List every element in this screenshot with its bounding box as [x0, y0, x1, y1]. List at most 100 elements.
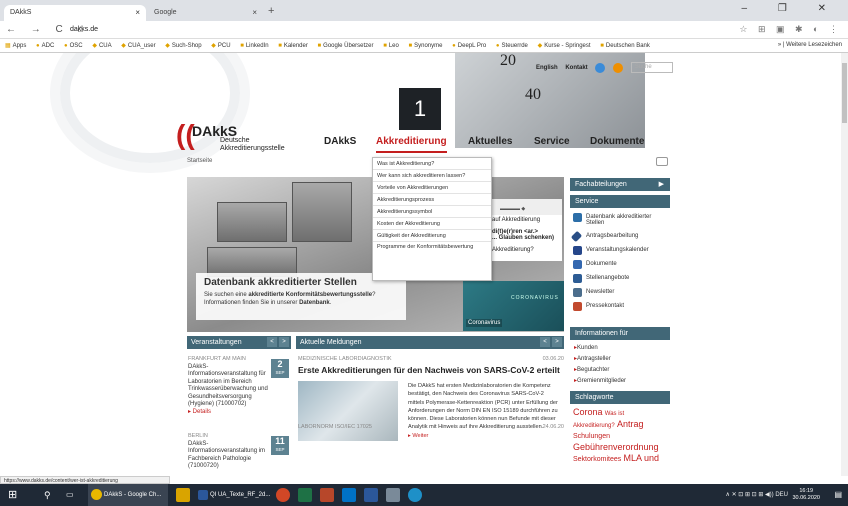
bookmark[interactable]: ■ Deutschen Bank [595, 40, 653, 49]
bookmark[interactable]: ● OSC [59, 40, 86, 49]
service-item[interactable]: Antragsbearbeitung [570, 230, 670, 244]
rss-icon[interactable] [613, 62, 624, 73]
windows-start-icon[interactable]: ⊞ [8, 484, 17, 506]
slide-side-text: di(t)e(r)ren <ar.> [492, 229, 539, 235]
english-link[interactable]: English [536, 65, 558, 71]
bookmark[interactable]: ■ Synonyme [404, 40, 446, 49]
taskbar-app-word[interactable]: QI UA_Texte_RF_2d... [196, 484, 270, 506]
info-link[interactable]: Antragsteller [570, 353, 670, 364]
events-prev-button[interactable]: < [267, 337, 277, 347]
bookmark[interactable]: ◆ CUA [87, 39, 114, 49]
taskbar-app-chrome[interactable]: DAkkS - Google Ch... [88, 484, 168, 506]
next-news-meta: LABORNORM ISO/IEC 17025 24.06.20 [298, 424, 564, 430]
page-scrollbar[interactable] [841, 53, 848, 476]
fachabteilungen-button[interactable]: Fachabteilungen ▶ [570, 178, 670, 191]
bookmark[interactable]: ▦ Apps [0, 39, 29, 49]
dakks-logo[interactable]: (( DAkkS Deutsche Akkreditierungsstelle [176, 121, 306, 153]
contact-link[interactable]: Kontakt [565, 65, 587, 71]
coronavirus-teaser[interactable]: CORONAVIRUS Coronavirus [463, 281, 564, 331]
system-tray[interactable]: ∧ ✕ ⊡ ⊞ ⊡ ⊞ ◀)) DEU [726, 484, 788, 506]
bookmark[interactable]: ◆ Kurse - Springest [533, 39, 594, 49]
tag-link[interactable]: Antrag [617, 419, 644, 429]
tab-close-icon[interactable]: × [135, 8, 140, 17]
nav-aktuelles[interactable]: Aktuelles [468, 136, 512, 147]
tab-google[interactable]: Google × [148, 5, 263, 21]
tag-link[interactable]: Gebührenverordnung [573, 442, 659, 452]
tag-link[interactable]: MLA und [623, 453, 659, 463]
search-icon[interactable]: ⚲ [44, 484, 51, 506]
more-bookmarks[interactable]: » | Weitere Lesezeichen [778, 42, 842, 48]
bookmark[interactable]: ■ Leo [378, 40, 402, 49]
service-item[interactable]: Pressekontakt [570, 300, 670, 314]
bookmark[interactable]: ◆ Such-Shop [160, 39, 204, 49]
info-link[interactable]: Gremienmitglieder [570, 375, 670, 386]
events-next-button[interactable]: > [279, 337, 289, 347]
nav-akkreditierung[interactable]: Akkreditierung [376, 136, 447, 153]
bookmark[interactable]: ● ADC [31, 40, 57, 49]
news-title[interactable]: Erste Akkreditierungen für den Nachweis … [298, 365, 564, 375]
service-item[interactable]: Veranstaltungskalender [570, 244, 670, 258]
service-item[interactable]: Datenbank akkreditierter Stellen [570, 211, 670, 230]
tag-link[interactable]: Schulungen [573, 433, 610, 440]
dropdown-item[interactable]: Akkreditierungsprozess [373, 194, 491, 206]
bookmark[interactable]: ◆ PCU [206, 39, 233, 49]
app-icon[interactable] [386, 488, 400, 502]
dropdown-item[interactable]: Programme der Konformitätsbewertung [373, 242, 491, 262]
slide-side-panel: ▬▬▬▬ ◆ auf Akkreditierung di(t)e(r)ren <… [492, 199, 562, 261]
tab-dakks[interactable]: DAkkS × [4, 5, 146, 21]
notification-icon[interactable]: ▤ [834, 484, 842, 506]
dropdown-item[interactable]: Wer kann sich akkreditieren lassen? [373, 170, 491, 182]
info-link[interactable]: Kunden [570, 342, 670, 353]
bookmark[interactable]: ● Steuerrde [491, 40, 531, 49]
event-date-badge: 11 SEP [271, 436, 289, 455]
service-item[interactable]: Dokumente [570, 258, 670, 272]
dropdown-item[interactable]: Akkreditierungssymbol [373, 206, 491, 218]
edge-icon[interactable] [408, 488, 422, 502]
database-link[interactable]: Datenbank [299, 300, 330, 306]
event-item[interactable]: BERLIN 11 SEP DAkkS-Informationsveranstal… [188, 433, 291, 471]
outlook-icon[interactable] [342, 488, 356, 502]
bookmark[interactable]: ■ LinkedIn [235, 40, 271, 49]
tag-link[interactable]: Sektorkomitees [573, 456, 621, 463]
event-item[interactable]: FRANKFURT AM MAIN 2 SEP DAkkS-Information… [188, 356, 291, 429]
scrollbar-thumb[interactable] [842, 63, 847, 123]
search-input[interactable]: Suche [630, 62, 673, 73]
news-prev-button[interactable]: < [540, 337, 550, 347]
app-icon[interactable] [276, 488, 290, 502]
service-item[interactable]: Newsletter [570, 286, 670, 300]
twitter-icon[interactable] [595, 62, 606, 73]
header-banner: 20 40 1 English Kontakt Suche [0, 53, 673, 163]
extension-icons[interactable]: ☆ ⊞ ▣ ✱ ◐ ⋮ [739, 24, 842, 35]
powerpoint-icon[interactable] [320, 488, 334, 502]
news-item[interactable]: MEDIZINISCHE LABORDIAGNOSTIK 03.06.20 Ers… [298, 356, 564, 441]
task-view-icon[interactable]: ▭ [66, 484, 74, 506]
breadcrumb[interactable]: Startseite [187, 158, 212, 164]
new-tab-button[interactable]: + [268, 5, 274, 17]
dropdown-item[interactable]: Kosten der Akkreditierung [373, 218, 491, 230]
tag-link[interactable]: Corona [573, 407, 603, 417]
bookmark[interactable]: ■ Google Übersetzer [313, 40, 377, 49]
event-details-link[interactable]: ▸ Details [188, 409, 269, 417]
tab-close-icon[interactable]: × [252, 8, 257, 17]
service-item[interactable]: Stellenangebote [570, 272, 670, 286]
clock[interactable]: 16:19 30.06.2020 [792, 488, 820, 502]
nav-dokumente[interactable]: Dokumente [590, 136, 644, 147]
window-controls[interactable]: – ❐ ✕ [742, 3, 840, 14]
dropdown-item[interactable]: Gültigkeit der Akkreditierung [373, 230, 491, 242]
info-link[interactable]: Begutachter [570, 364, 670, 375]
bookmark[interactable]: ● DeepL Pro [447, 40, 489, 49]
url-input[interactable]: dakks.de [64, 23, 764, 37]
tag-cloud: Corona Was ist Akkreditierung? Antrag Sc… [570, 404, 670, 468]
news-next-button[interactable]: > [552, 337, 562, 347]
nav-dakks[interactable]: DAkkS [324, 136, 356, 147]
nav-service[interactable]: Service [534, 136, 570, 147]
dropdown-item[interactable]: Vorteile von Akkreditierungen [373, 182, 491, 194]
bookmark[interactable]: ◆ CUA_user [116, 39, 158, 49]
app-icon[interactable] [364, 488, 378, 502]
excel-icon[interactable] [298, 488, 312, 502]
dropdown-item[interactable]: Was ist Akkreditierung? [373, 158, 491, 170]
file-explorer-icon[interactable] [176, 488, 190, 502]
news-more-link[interactable]: ▸ Weiter [408, 432, 560, 440]
print-icon[interactable] [656, 157, 668, 166]
bookmark[interactable]: ■ Kalender [273, 40, 311, 49]
